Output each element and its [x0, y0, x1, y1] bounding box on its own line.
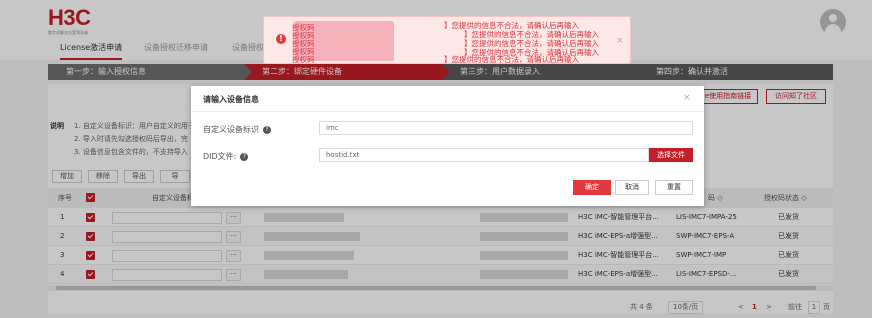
error-icon: !: [276, 34, 286, 44]
reset-button[interactable]: 重置: [655, 180, 693, 195]
device-id-label: 自定义设备标识?: [203, 124, 271, 135]
help-icon[interactable]: ?: [240, 152, 249, 161]
did-file-label: DID文件:?: [203, 151, 249, 162]
toast-message: 】您提供的信息不合法，请确认后再输入: [464, 30, 599, 39]
toast-message: 】您提供的信息不合法，请确认后再输入: [444, 55, 579, 64]
device-id-field[interactable]: imc: [319, 121, 693, 135]
select-file-button[interactable]: 选择文件: [649, 148, 693, 162]
toast-prefix: 授权码: [292, 55, 315, 64]
help-icon[interactable]: ?: [263, 125, 271, 134]
error-toast: ! 授权码 授权码 授权码 授权码 授权码 】您提供的信息不合法，请确认后再输入…: [263, 16, 631, 64]
close-icon[interactable]: ×: [683, 93, 691, 103]
did-file-field[interactable]: hostid.txt: [319, 148, 649, 162]
device-info-dialog: 请输入设备信息 × 自定义设备标识? imc DID文件:? hostid.tx…: [191, 86, 704, 206]
dialog-title: 请输入设备信息: [203, 95, 259, 104]
toast-message: 】您提供的信息不合法，请确认后再输入: [444, 21, 579, 30]
confirm-button[interactable]: 确定: [573, 180, 611, 195]
close-icon[interactable]: ×: [616, 36, 624, 46]
dialog-header: 请输入设备信息 ×: [191, 86, 704, 112]
cancel-button[interactable]: 取消: [615, 180, 649, 195]
toast-message: 】您提供的信息不合法，请确认后再输入: [464, 39, 599, 48]
